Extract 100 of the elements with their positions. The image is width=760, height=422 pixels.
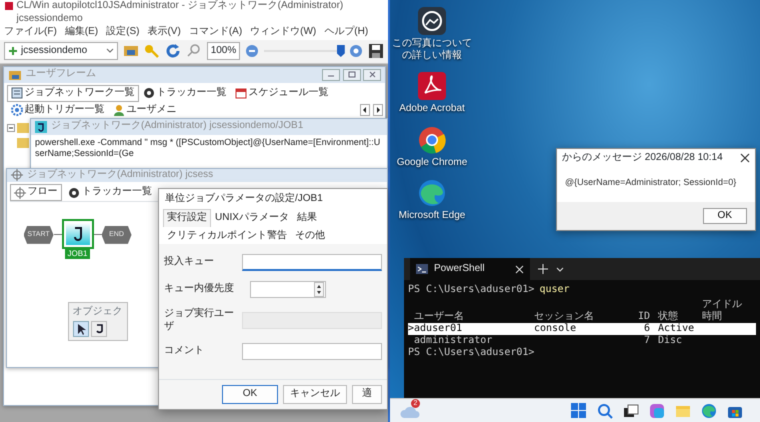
maximize-icon[interactable] [342, 68, 360, 80]
chevron-down-icon[interactable] [556, 266, 564, 273]
tab[interactable]: トラッカー一覧 [138, 85, 230, 102]
tab[interactable]: フロー [10, 184, 62, 201]
plus-icon[interactable] [538, 264, 548, 274]
job-icon [35, 120, 47, 132]
person-icon [112, 104, 124, 116]
command-text: powershell.exe -Command " msg * ([PSCustomObject]@{UserName=[Environment]::UserName;SessionId=(Ge [34, 136, 382, 160]
tab[interactable]: ユーザメニ [108, 102, 180, 118]
dialog-title: 単位ジョブパラメータの設定/JOB1 [159, 188, 387, 209]
search-icon[interactable] [186, 43, 202, 59]
menu-item[interactable]: 表示(V) [147, 26, 181, 38]
desktop-icon-label[interactable]: Google Chrome [396, 156, 468, 168]
tab[interactable]: UNIXパラメータ [211, 209, 293, 226]
start-icon[interactable] [570, 402, 587, 419]
zoom-field[interactable]: 100% [206, 42, 240, 60]
pdf-app-icon[interactable] [417, 71, 447, 101]
job-icon [66, 222, 90, 245]
menu-item[interactable]: ヘルプ(H) [324, 26, 368, 38]
slider-thumb[interactable] [336, 45, 345, 57]
menu-item[interactable]: ウィンドウ(W) [250, 26, 316, 38]
desktop-icon-label[interactable]: Adobe Acrobat [399, 103, 465, 114]
target-icon [142, 87, 154, 100]
prompt-text: PS C:\Users\aduser01> [408, 284, 534, 296]
close-icon[interactable] [740, 152, 750, 163]
terminal-tab[interactable]: PowerShell [410, 258, 530, 280]
menu-item[interactable]: 編集(E) [64, 26, 98, 38]
message-text: @{UserName=Administrator; SessionId=0} [564, 176, 738, 189]
network-combo[interactable]: jcsessiondemo [4, 42, 118, 60]
job-tool-icon[interactable] [91, 320, 107, 337]
tab[interactable]: 実行設定 [163, 209, 211, 226]
connector-line [54, 234, 62, 235]
number-field[interactable] [250, 281, 326, 298]
browser-icon[interactable] [417, 178, 447, 208]
field-label: キュー内優先度 [164, 283, 235, 296]
folder-icon[interactable] [122, 43, 139, 59]
plus-icon [8, 46, 18, 56]
node-label: JOB1 [65, 248, 90, 259]
dialog-button[interactable]: キャンセル [283, 385, 347, 404]
scroll-left-icon[interactable] [360, 104, 370, 116]
field-label: 投入キュー [164, 256, 215, 269]
tab[interactable]: 結果 [292, 209, 321, 226]
search-icon[interactable] [597, 402, 613, 418]
list-icon [10, 87, 22, 100]
dialog-title: からのメッセージ 2026/08/28 10:14 [562, 152, 724, 164]
table-cell-text: administrator [413, 334, 494, 346]
field-label: コメント [164, 345, 205, 358]
task-view-icon[interactable] [623, 402, 639, 418]
zoom-in-icon[interactable] [349, 44, 363, 58]
tab[interactable]: 起動トリガー一覧 [6, 102, 108, 118]
browser-icon[interactable] [701, 402, 717, 418]
column-header: セッション名 [534, 310, 595, 322]
target-icon [68, 186, 80, 199]
job-node[interactable] [62, 218, 94, 249]
minimize-icon[interactable] [322, 68, 340, 80]
tree-folder-icon[interactable] [6, 120, 28, 134]
gear-icon [10, 104, 22, 116]
prompt-text: PS C:\Users\aduser01> [408, 346, 536, 358]
dropdown-caret-icon[interactable] [106, 47, 114, 55]
table-cell-text: Disc [658, 334, 684, 346]
table-cell-text: 7 [642, 334, 650, 346]
tab[interactable]: クリティカルポイント警告 [163, 226, 291, 244]
app-icon[interactable] [649, 402, 665, 418]
folder-icon [8, 68, 22, 80]
menu-item[interactable]: コマンド(A) [188, 26, 242, 38]
column-header: ユーザー名 [413, 310, 465, 322]
input-field[interactable] [242, 343, 382, 360]
desktop-icon-label[interactable]: Microsoft Edge [398, 210, 466, 222]
ok-button[interactable]: OK [702, 208, 747, 224]
palette-title: オブジェク [72, 306, 122, 318]
table-cell-text: Active [658, 322, 696, 334]
menu-item[interactable]: 設定(S) [106, 26, 140, 38]
tab[interactable]: ジョブネットワーク一覧 [6, 85, 138, 102]
zoom-out-icon[interactable] [245, 44, 260, 58]
app-logo-icon [4, 0, 14, 12]
column-header: 状態 [658, 310, 679, 322]
crosshair-icon [11, 169, 23, 182]
tab[interactable]: スケジュール一覧 [230, 85, 332, 102]
save-icon[interactable] [368, 43, 384, 59]
menu-item[interactable]: ファイル(F) [4, 26, 57, 38]
command-text: quser [539, 284, 570, 296]
terminal-icon [416, 263, 428, 275]
desktop-icon-label[interactable]: この写真についての詳しい情報 [392, 38, 472, 61]
dialog-button[interactable]: OK [222, 385, 278, 404]
tab[interactable]: トラッカー一覧 [64, 184, 156, 201]
spin-arrows-icon[interactable] [314, 282, 324, 297]
browser-icon[interactable] [417, 124, 447, 154]
input-field[interactable] [242, 254, 382, 271]
window-title: ジョブネットワーク(Administrator) jcsessiondemo/JOB1 [51, 120, 304, 133]
connector-line [94, 234, 102, 235]
scroll-right-icon[interactable] [372, 104, 382, 116]
dialog-button[interactable]: 適 [352, 385, 382, 404]
tab-title: PowerShell [434, 262, 486, 276]
photo-info-icon[interactable] [417, 6, 447, 36]
pointer-tool-icon[interactable] [72, 320, 88, 337]
refresh-icon[interactable] [164, 43, 181, 59]
column-header: アイドル時間 [702, 298, 743, 322]
field-label: ジョブ実行ユーザ [164, 308, 235, 333]
window-title: CL/Win autopilotcl10JSAdministrator - ジョブネットワーク(Administrator) jcsessiondemo [16, 0, 344, 25]
tab[interactable]: その他 [291, 226, 329, 244]
